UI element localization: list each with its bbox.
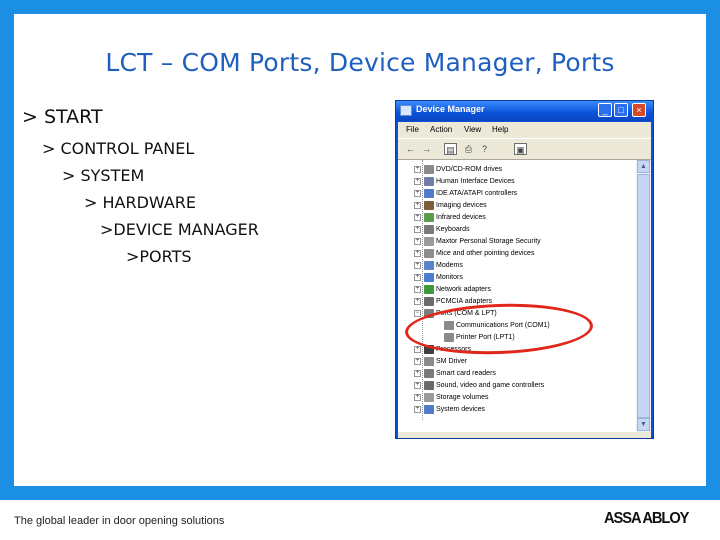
device-manager-icon [400, 105, 412, 116]
menu-view[interactable]: View [464, 125, 481, 134]
driver-icon [424, 357, 434, 366]
device-manager-window: Device Manager _ □ × File Action View He… [395, 100, 654, 439]
mouse-icon [424, 249, 434, 258]
modem-icon [424, 261, 434, 270]
menu-action[interactable]: Action [430, 125, 452, 134]
tree-item-label: Keyboards [436, 226, 470, 233]
expand-icon[interactable]: + [414, 178, 421, 185]
minimize-button[interactable]: _ [598, 103, 612, 117]
sound-icon [424, 381, 434, 390]
menu-file[interactable]: File [406, 125, 419, 134]
menu-help[interactable]: Help [492, 125, 508, 134]
dvd-icon [424, 165, 434, 174]
expand-icon[interactable]: + [414, 166, 421, 173]
expand-icon[interactable]: + [414, 298, 421, 305]
scroll-down-icon[interactable]: ▼ [637, 418, 650, 431]
assa-abloy-logo: ASSA ABLOY [604, 510, 689, 527]
scrollbar-thumb[interactable] [637, 174, 650, 418]
help-icon[interactable]: ? [478, 143, 491, 155]
tree-item-label: Maxtor Personal Storage Security [436, 238, 541, 245]
window-title: Device Manager [416, 104, 485, 114]
expand-icon[interactable]: + [414, 370, 421, 377]
collapse-icon[interactable]: − [414, 310, 421, 317]
expand-icon[interactable]: + [414, 394, 421, 401]
pcmcia-icon [424, 297, 434, 306]
tree-item-label: Human Interface Devices [436, 178, 515, 185]
monitor-icon [424, 273, 434, 282]
tree-item-label: Smart card readers [436, 370, 496, 377]
vertical-scrollbar[interactable]: ▲ ▼ [636, 160, 651, 432]
tree-item-label: SM Driver [436, 358, 468, 365]
infrared-icon [424, 213, 434, 222]
tree-item-label: DVD/CD-ROM drives [436, 166, 503, 173]
expand-icon[interactable]: + [414, 274, 421, 281]
system-icon [424, 405, 434, 414]
tree-connector-line [422, 160, 423, 420]
tree-item-label: System devices [436, 406, 486, 413]
expand-icon[interactable]: + [414, 346, 421, 353]
smart-card-icon [424, 369, 434, 378]
close-button[interactable]: × [632, 103, 646, 117]
back-icon[interactable]: ← [404, 143, 417, 155]
bullet-system: > SYSTEM [62, 166, 145, 185]
menu-bar: File Action View Help [398, 122, 651, 138]
scan-hardware-icon[interactable]: ▣ [514, 143, 527, 155]
tree-item-label: Sound, video and game controllers [436, 382, 545, 389]
expand-icon[interactable]: + [414, 226, 421, 233]
network-icon [424, 285, 434, 294]
tree-item-label: Infrared devices [436, 214, 486, 221]
tree-item-label: Mice and other pointing devices [436, 250, 535, 257]
toolbar: ← → ▤ ⎙ ? ▣ [398, 138, 651, 160]
maximize-button[interactable]: □ [614, 103, 628, 117]
bullet-device-manager: >DEVICE MANAGER [100, 220, 259, 239]
bullet-hardware: > HARDWARE [84, 193, 197, 212]
footer-tagline: The global leader in door opening soluti… [14, 515, 225, 527]
tree-item-label: Modems [436, 262, 463, 269]
expand-icon[interactable]: + [414, 406, 421, 413]
forward-icon[interactable]: → [420, 143, 433, 155]
ide-icon [424, 189, 434, 198]
tree-item-label: Monitors [436, 274, 463, 281]
expand-icon[interactable]: + [414, 358, 421, 365]
bullet-start: > START [22, 106, 103, 128]
tree-item-label: Imaging devices [436, 202, 487, 209]
camera-icon [424, 201, 434, 210]
print-icon[interactable]: ⎙ [462, 143, 475, 155]
bullet-control-panel: > CONTROL PANEL [42, 139, 195, 158]
expand-icon[interactable]: + [414, 202, 421, 209]
scroll-up-icon[interactable]: ▲ [637, 160, 650, 173]
storage-icon [424, 237, 434, 246]
expand-icon[interactable]: + [414, 214, 421, 221]
keyboard-icon [424, 225, 434, 234]
status-bar [398, 432, 651, 438]
tree-item-label: Network adapters [436, 286, 491, 293]
expand-icon[interactable]: + [414, 190, 421, 197]
hid-icon [424, 177, 434, 186]
tree-item-label: Storage volumes [436, 394, 489, 401]
tree-item-label: IDE ATA/ATAPI controllers [436, 190, 518, 197]
window-titlebar[interactable]: Device Manager _ □ × [396, 101, 653, 121]
bullet-ports: >PORTS [126, 247, 192, 266]
properties-icon[interactable]: ▤ [444, 143, 457, 155]
expand-icon[interactable]: + [414, 382, 421, 389]
device-tree: + DVD/CD-ROM drives + Human Interface Devic… [398, 160, 636, 432]
storage-volume-icon [424, 393, 434, 402]
expand-icon[interactable]: + [414, 286, 421, 293]
expand-icon[interactable]: + [414, 262, 421, 269]
expand-icon[interactable]: + [414, 250, 421, 257]
expand-icon[interactable]: + [414, 238, 421, 245]
slide-title: LCT – COM Ports, Device Manager, Ports [105, 48, 615, 77]
